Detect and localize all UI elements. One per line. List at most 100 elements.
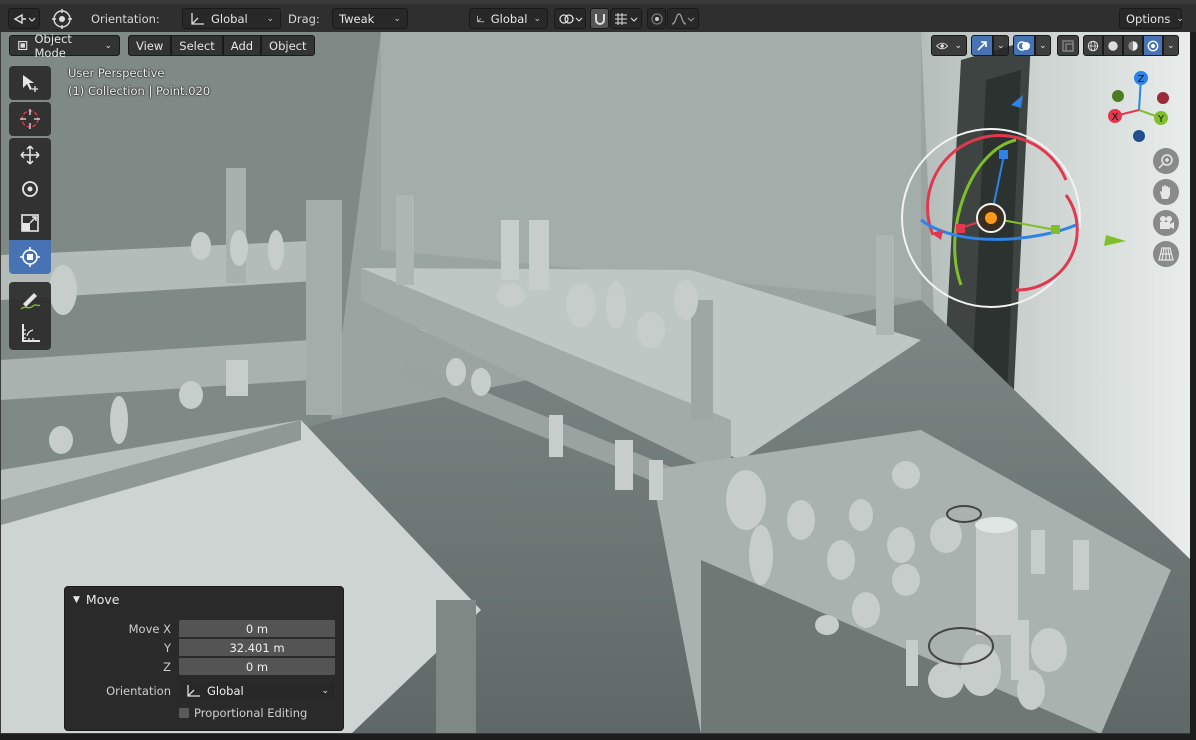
shading-solid-button[interactable] (1103, 35, 1123, 56)
select-tool-icon (23, 75, 38, 92)
chevron-down-icon: ⌄ (954, 40, 962, 51)
annotate-tool[interactable] (9, 282, 51, 316)
options-label: Options (1126, 11, 1171, 26)
axes-icon (187, 684, 200, 697)
shading-material-button[interactable] (1123, 35, 1143, 56)
perspective-toggle-button[interactable] (1153, 241, 1179, 267)
rotate-tool[interactable] (9, 172, 51, 206)
drag-label: Drag: (288, 11, 320, 26)
pivot-point-button[interactable] (49, 8, 75, 29)
move-y-row: Y 32.401 m (65, 638, 345, 657)
orientation-label: Orientation: (91, 11, 160, 26)
transform-tool-icon (20, 247, 40, 267)
perspective-label: User Perspective (68, 66, 165, 80)
orientation-dropdown[interactable]: Global ⌄ (182, 8, 281, 29)
chevron-down-icon: ⌄ (393, 13, 401, 24)
material-sphere-icon (1128, 40, 1138, 51)
orientation-select-value: Global (207, 683, 244, 698)
magnet-icon (594, 13, 605, 25)
measure-tool-icon (22, 324, 40, 342)
gizmo-z-label: Z (1138, 74, 1145, 85)
shading-rendered-button[interactable] (1143, 35, 1163, 56)
snap-toggle-button[interactable] (590, 8, 609, 29)
proportional-edit-button[interactable] (647, 8, 666, 29)
chevron-down-icon: ⌄ (1176, 13, 1184, 24)
editor-type-button[interactable] (8, 8, 40, 29)
top-tab-strip (0, 0, 1196, 4)
move-x-field[interactable]: 0 m (178, 619, 336, 638)
3d-viewport[interactable]: Object Mode ⌄ View Select Add Object ⌄ ⌄… (0, 32, 1190, 734)
scale-tool[interactable] (9, 206, 51, 240)
gizmo-y-label: Y (1157, 114, 1165, 125)
gizmo-toggle-button[interactable] (971, 35, 993, 56)
transform-orientation-value: Global (490, 11, 528, 26)
move-z-row: Z 0 m (65, 657, 345, 676)
options-dropdown[interactable]: Options ⌄ (1119, 8, 1184, 29)
select-tool[interactable] (9, 66, 51, 100)
mode-dropdown[interactable]: Object Mode ⌄ (9, 32, 120, 60)
operator-title: Move (85, 592, 120, 607)
snap-element-button[interactable] (610, 8, 642, 29)
chevron-down-icon: ⌄ (533, 13, 541, 24)
snap-target-button[interactable] (554, 8, 586, 29)
xray-toggle-button[interactable] (1057, 35, 1079, 56)
orientation-field-label: Orientation (106, 684, 171, 698)
object-menu[interactable]: Object (261, 35, 315, 56)
transform-tool[interactable] (9, 240, 51, 274)
pan-button[interactable] (1153, 179, 1179, 205)
shading-dropdown[interactable]: ⌄ (1163, 35, 1179, 56)
move-y-label: Y (163, 641, 171, 655)
chevron-down-icon: ⌄ (104, 40, 112, 51)
rendered-sphere-icon (1147, 40, 1159, 51)
axes-icon (477, 15, 485, 22)
zoom-button[interactable] (1153, 148, 1179, 174)
solid-sphere-icon (1108, 40, 1118, 51)
scale-tool-icon (21, 214, 39, 232)
viewport-header-right: ⌄ ⌄ ⌄ ⌄ (931, 35, 1179, 56)
move-y-field[interactable]: 32.401 m (178, 638, 336, 657)
operator-panel-header[interactable]: ▼ Move (73, 592, 119, 607)
camera-icon (1160, 216, 1174, 229)
move-tool[interactable] (9, 138, 51, 172)
eye-icon (936, 42, 949, 49)
overlays-toggle-button[interactable] (1013, 35, 1035, 56)
annotate-tool-icon (20, 293, 41, 310)
cursor-tool[interactable] (9, 102, 51, 136)
hand-icon (1160, 185, 1170, 199)
proportional-editing-checkbox[interactable] (178, 707, 190, 719)
pivot-icon (52, 8, 72, 29)
shading-wireframe-button[interactable] (1083, 35, 1103, 56)
object-mode-icon (18, 40, 28, 51)
operator-panel: ▼ Move Move X 0 m Y 32.401 m Z 0 m Orien… (64, 586, 344, 731)
add-menu[interactable]: Add (222, 35, 262, 56)
chevron-down-icon: ⌄ (1039, 40, 1047, 51)
proportional-dot-icon (650, 12, 663, 25)
proportional-editing-label: Proportional Editing (194, 706, 308, 720)
grid-perspective-icon (1158, 247, 1174, 261)
transform-orientation-dropdown[interactable]: Global ⌄ (469, 8, 548, 29)
orientation-value: Global (211, 11, 248, 26)
overlays-dropdown[interactable]: ⌄ (1035, 35, 1051, 56)
measure-tool[interactable] (9, 316, 51, 350)
wireframe-sphere-icon (1087, 40, 1099, 51)
overlay-circles-icon (1017, 40, 1030, 51)
camera-view-button[interactable] (1153, 210, 1179, 236)
proportional-falloff-button[interactable] (667, 8, 699, 29)
visibility-dropdown[interactable]: ⌄ (931, 35, 967, 56)
move-z-field[interactable]: 0 m (178, 657, 336, 676)
select-menu[interactable]: Select (171, 35, 223, 56)
link-icon (559, 13, 583, 24)
chevron-down-icon: ⌄ (1167, 40, 1175, 51)
orientation-select[interactable]: Global ⌄ (178, 681, 336, 700)
gizmo-x-label: X (1112, 112, 1119, 123)
navigation-gizmo[interactable]: Z X Y (1099, 68, 1179, 148)
view-menu[interactable]: View (128, 35, 172, 56)
gizmo-dropdown[interactable]: ⌄ (993, 35, 1009, 56)
axes-icon (191, 12, 204, 25)
drag-dropdown[interactable]: Tweak ⌄ (332, 8, 408, 29)
cursor-tool-icon (20, 109, 40, 129)
move-x-row: Move X 0 m (65, 619, 345, 638)
orientation-row: Orientation Global ⌄ (65, 681, 345, 700)
drag-value: Tweak (339, 11, 375, 26)
falloff-curve-icon (671, 12, 695, 25)
